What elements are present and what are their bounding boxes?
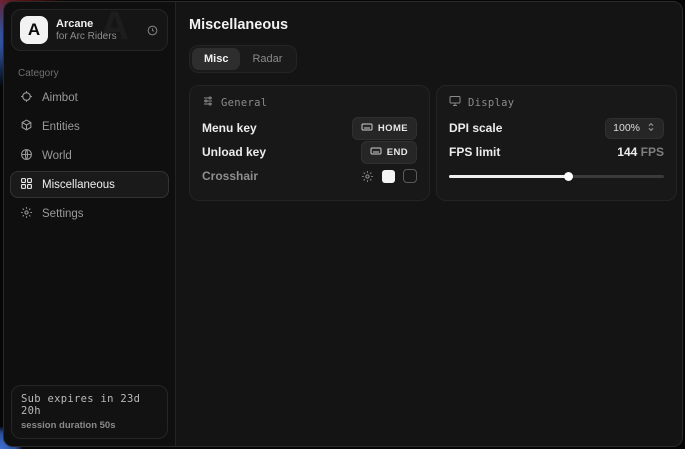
menu-key-label: Menu key [202,121,257,135]
display-card-title: Display [468,97,514,109]
sidebar-item-settings[interactable]: Settings [10,200,169,227]
globe-icon [20,148,33,164]
subscription-info-card: Sub expires in 23d 20h session duration … [11,385,168,439]
brand-card: A A Arcane for Arc Riders [11,9,168,51]
entities-icon [20,119,33,135]
chevrons-up-down-icon [646,122,656,135]
display-card: Display DPI scale 100% FPS limit [436,85,677,201]
sidebar-item-label: Aimbot [42,92,78,104]
crosshair-icon [20,90,33,106]
page-title: Miscellaneous [189,17,677,33]
fps-limit-label: FPS limit [449,145,500,159]
dpi-scale-value: 100% [613,122,640,134]
sidebar-item-label: Miscellaneous [42,179,115,191]
sidebar-nav: Aimbot Entities World [4,83,175,228]
crosshair-checkbox[interactable] [403,169,417,183]
brand-title: Arcane [56,18,138,31]
monitor-icon [449,95,461,110]
sub-expires-text: Sub expires in 23d 20h [21,393,158,417]
crosshair-color-swatch[interactable] [382,170,395,183]
keyboard-icon [370,145,382,160]
tab-bar: Misc Radar [189,45,297,73]
sidebar-item-label: World [42,150,72,162]
cards-row: General Menu key HOME Unload key [189,85,677,201]
fps-limit-value: 144 FPS [617,145,664,159]
fps-limit-slider[interactable] [449,170,664,182]
sidebar-item-miscellaneous[interactable]: Miscellaneous [10,171,169,198]
fps-unit: FPS [641,145,664,159]
refresh-icon[interactable] [146,24,159,37]
tab-misc[interactable]: Misc [192,48,240,70]
gear-icon [20,206,33,222]
crosshair-controls [361,169,417,183]
sidebar-item-world[interactable]: World [10,142,169,169]
sidebar-item-aimbot[interactable]: Aimbot [10,84,169,111]
dpi-scale-row: DPI scale 100% [449,116,664,140]
keyboard-icon [361,121,373,136]
menu-key-row: Menu key HOME [202,116,417,140]
sidebar-item-label: Entities [42,121,80,133]
crosshair-label: Crosshair [202,169,258,183]
fps-slider-thumb[interactable] [564,172,573,181]
unload-key-row: Unload key END [202,140,417,164]
brand-subtitle: for Arc Riders [56,31,138,43]
app-window: A A Arcane for Arc Riders Category A [3,1,683,447]
sidebar-item-entities[interactable]: Entities [10,113,169,140]
crosshair-settings-gear-icon[interactable] [361,170,374,183]
unload-key-value: END [387,147,408,158]
unload-key-label: Unload key [202,145,266,159]
dpi-scale-label: DPI scale [449,121,502,135]
sliders-icon [202,95,214,110]
sidebar-item-label: Settings [42,208,84,220]
general-card-header: General [202,95,417,110]
grid-icon [20,177,33,193]
menu-key-value: HOME [378,123,408,134]
brand-logo: A [20,16,48,44]
general-card-title: General [221,97,267,109]
dpi-scale-select[interactable]: 100% [605,118,664,139]
session-duration-text: session duration 50s [21,420,158,431]
unload-key-bind-button[interactable]: END [361,141,417,164]
fps-slider-fill [449,175,569,178]
menu-key-bind-button[interactable]: HOME [352,117,417,140]
fps-limit-row: FPS limit 144 FPS [449,140,664,164]
crosshair-row: Crosshair [202,164,417,188]
brand-text: Arcane for Arc Riders [56,18,138,42]
category-label: Category [18,68,175,79]
tab-radar[interactable]: Radar [240,48,294,70]
general-card: General Menu key HOME Unload key [189,85,430,201]
display-card-header: Display [449,95,664,110]
fps-number: 144 [617,145,637,159]
main-content: Miscellaneous Misc Radar General [176,2,683,446]
sidebar: A A Arcane for Arc Riders Category A [4,2,176,446]
